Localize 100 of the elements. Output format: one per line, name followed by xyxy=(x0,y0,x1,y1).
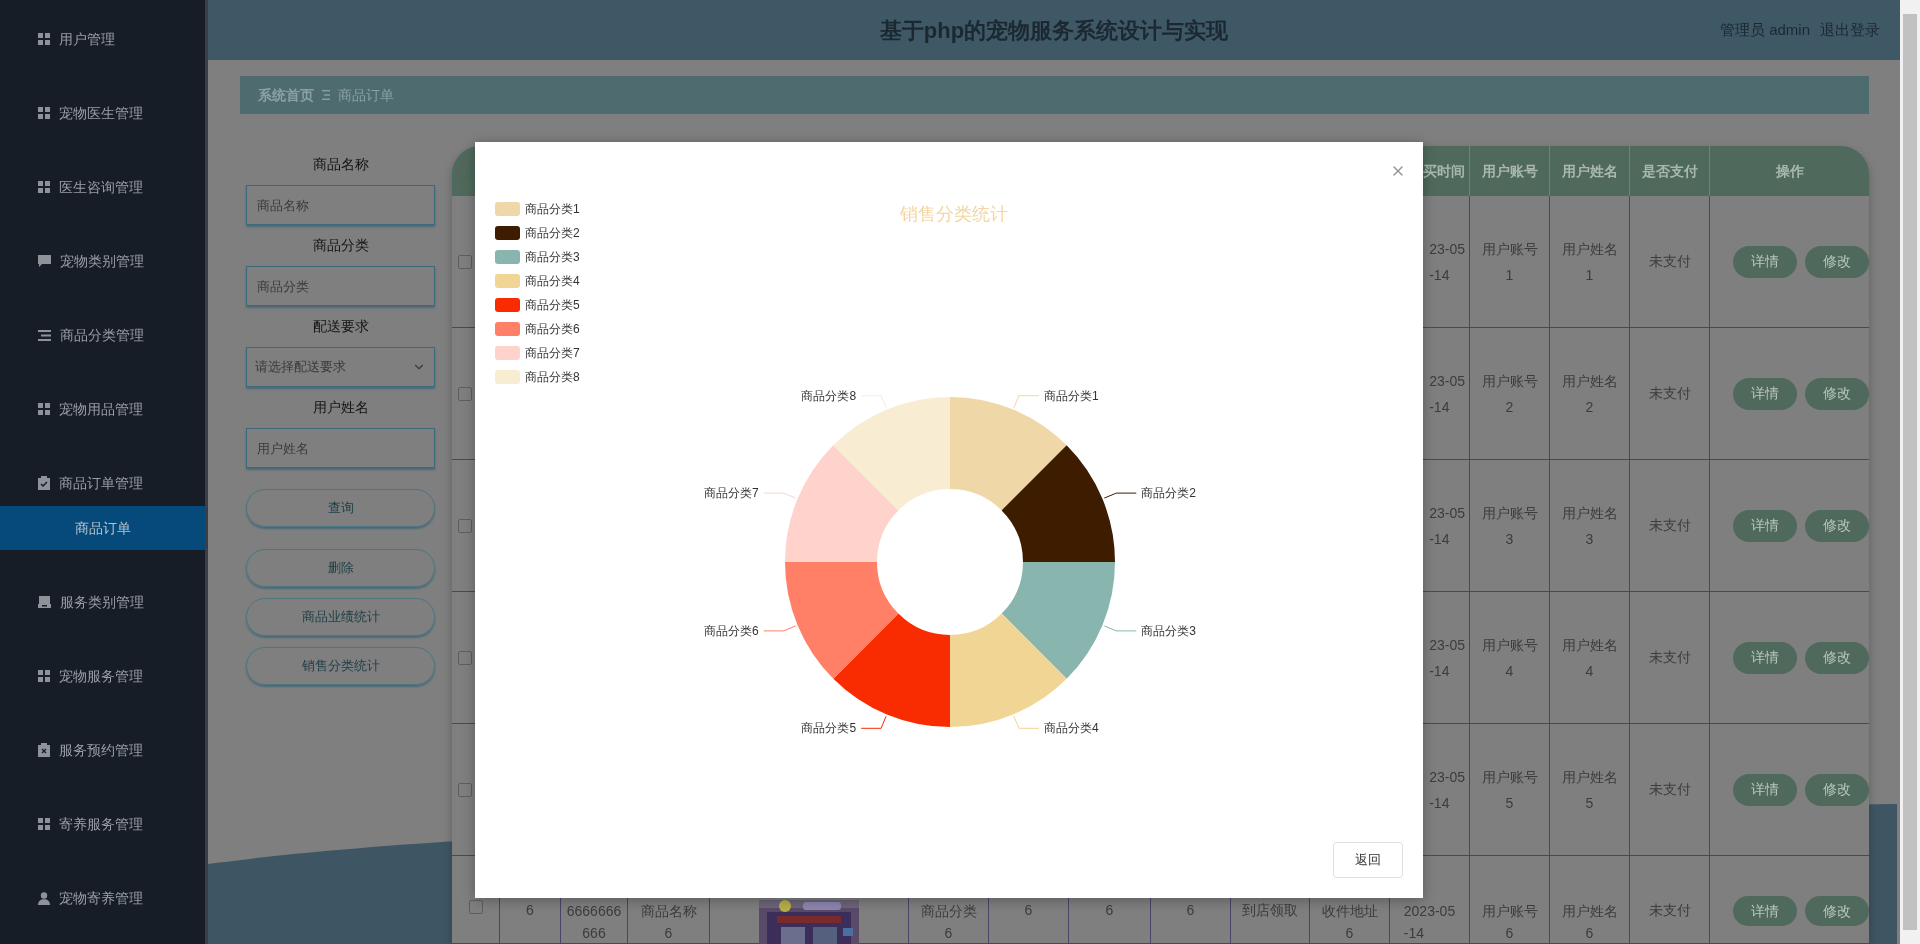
sidebar-item[interactable]: 商品分类管理 xyxy=(0,298,205,372)
filter-label: 配送要求 xyxy=(311,317,370,336)
separator-icon xyxy=(322,90,330,100)
sidebar-item[interactable]: 用户管理 xyxy=(0,2,205,76)
leader-line xyxy=(1103,492,1137,499)
sidebar-item[interactable]: 宠物用品管理 xyxy=(0,372,205,446)
legend-swatch[interactable] xyxy=(495,274,520,288)
table-cell-text: 用户账号5 xyxy=(1480,767,1539,813)
legend-swatch[interactable] xyxy=(495,322,520,336)
column-header: 用户姓名 xyxy=(1561,161,1618,181)
legend-label[interactable]: 商品分类6 xyxy=(525,322,580,336)
leader-line xyxy=(1013,715,1040,729)
table-cell-text: 用户账号3 xyxy=(1480,503,1539,549)
table-cell-text: 6 xyxy=(1024,901,1033,920)
sidebar-item[interactable]: 宠物类别管理 xyxy=(0,224,205,298)
back-button[interactable]: 返回 xyxy=(1333,842,1403,878)
sidebar-item[interactable]: 服务预约管理 xyxy=(0,713,205,787)
checkbox[interactable] xyxy=(458,254,472,269)
list-icon xyxy=(38,329,51,341)
leader-line xyxy=(763,492,797,499)
legend-label[interactable]: 商品分类2 xyxy=(525,226,580,240)
column-header: 用户账号 xyxy=(1481,161,1538,181)
details-button[interactable]: 详情 xyxy=(1733,245,1797,278)
legend-label[interactable]: 商品分类1 xyxy=(525,202,580,216)
input-field[interactable]: 商品分类 xyxy=(246,266,435,306)
sidebar-item[interactable]: 医生咨询管理 xyxy=(0,150,205,224)
sidebar-item[interactable]: 寄养服务管理 xyxy=(0,787,205,861)
chart-title: 销售分类统计 xyxy=(900,203,1008,226)
checkbox[interactable] xyxy=(458,782,472,797)
table-cell-text: -14 xyxy=(1429,661,1450,681)
leader-line xyxy=(860,715,887,729)
legend-label[interactable]: 商品分类4 xyxy=(525,274,580,288)
grid-icon xyxy=(38,670,50,682)
table-cell-text: 6 xyxy=(1186,901,1195,920)
input-field[interactable]: 商品名称 xyxy=(246,185,435,225)
slice-label: 商品分类3 xyxy=(1141,623,1196,638)
sidebar-item[interactable]: 宠物医生管理 xyxy=(0,76,205,150)
legend-label[interactable]: 商品分类7 xyxy=(525,346,580,360)
table-cell-text: 2023-05 xyxy=(1403,902,1456,921)
details-button[interactable]: 详情 xyxy=(1733,896,1797,926)
scrollbar[interactable] xyxy=(1900,0,1920,944)
legend-swatch[interactable] xyxy=(495,370,520,384)
table-cell-text: 用户姓名4 xyxy=(1560,635,1619,681)
chat-icon xyxy=(38,255,51,267)
table-cell-text: 商品分类6 xyxy=(919,902,978,943)
checkbox[interactable] xyxy=(468,900,483,914)
sidebar-subitem[interactable]: 商品订单 xyxy=(0,506,205,550)
legend-swatch[interactable] xyxy=(495,298,520,312)
table-cell-text: 23-05 xyxy=(1429,767,1465,787)
slice-label: 商品分类1 xyxy=(1043,388,1099,403)
grid-icon xyxy=(38,107,50,119)
breadcrumb-current: 商品订单 xyxy=(338,85,394,105)
checkbox[interactable] xyxy=(458,650,472,665)
table-cell-text: 用户账号1 xyxy=(1480,239,1539,285)
edit-button[interactable]: 修改 xyxy=(1805,509,1869,542)
checkbox[interactable] xyxy=(458,164,472,178)
leader-line xyxy=(1013,395,1040,409)
legend-swatch[interactable] xyxy=(495,346,520,360)
slice-label: 商品分类8 xyxy=(801,388,857,403)
legend-label[interactable]: 商品分类3 xyxy=(525,250,580,264)
leader-line xyxy=(1103,625,1137,632)
legend-label[interactable]: 商品分类5 xyxy=(525,298,580,312)
donut-slice[interactable] xyxy=(1001,445,1115,562)
table-cell-text: -14 xyxy=(1429,265,1450,285)
grid-icon xyxy=(38,181,50,193)
edit-button[interactable]: 修改 xyxy=(1805,245,1869,278)
details-button[interactable]: 详情 xyxy=(1733,641,1797,674)
checkbox[interactable] xyxy=(458,518,472,533)
table-cell-text: 用户姓名2 xyxy=(1560,371,1619,417)
sidebar-item[interactable]: 宠物服务管理 xyxy=(0,639,205,713)
grid-icon xyxy=(38,403,50,415)
details-button[interactable]: 详情 xyxy=(1733,773,1797,806)
edit-button[interactable]: 修改 xyxy=(1805,377,1869,410)
legend-swatch[interactable] xyxy=(495,202,520,216)
leader-line xyxy=(860,395,887,409)
details-button[interactable]: 详情 xyxy=(1733,377,1797,410)
column-header: 买时间 xyxy=(1423,161,1465,181)
table-cell-text: 用户账号2 xyxy=(1480,371,1539,417)
filter-label: 商品分类 xyxy=(311,236,370,255)
table-cell-text: 未支付 xyxy=(1648,648,1691,667)
edit-button[interactable]: 修改 xyxy=(1805,773,1869,806)
table-cell-text: 23-05 xyxy=(1429,635,1465,655)
table-cell-text: 用户姓名5 xyxy=(1560,767,1619,813)
sidebar-item[interactable]: 宠物寄养管理 xyxy=(0,861,205,935)
table-cell-text: 23-05 xyxy=(1429,371,1465,391)
slice-label: 商品分类2 xyxy=(1141,486,1196,501)
legend-swatch[interactable] xyxy=(495,250,520,264)
edit-button[interactable]: 修改 xyxy=(1805,896,1869,926)
filter-label: 用户姓名 xyxy=(311,398,370,417)
edit-button[interactable]: 修改 xyxy=(1805,641,1869,674)
legend-swatch[interactable] xyxy=(495,226,520,240)
table-cell-text: 用户账号4 xyxy=(1480,635,1539,681)
table-cell-text: 到店领取 xyxy=(1242,901,1298,920)
details-button[interactable]: 详情 xyxy=(1733,509,1797,542)
legend-label[interactable]: 商品分类8 xyxy=(525,370,580,384)
sidebar-item[interactable]: 服务类别管理 xyxy=(0,565,205,639)
input-field[interactable]: 用户姓名 xyxy=(246,428,435,468)
column-header: 操作 xyxy=(1775,161,1804,181)
checkbox[interactable] xyxy=(458,386,472,401)
table-cell-text: 23-05 xyxy=(1429,503,1465,523)
